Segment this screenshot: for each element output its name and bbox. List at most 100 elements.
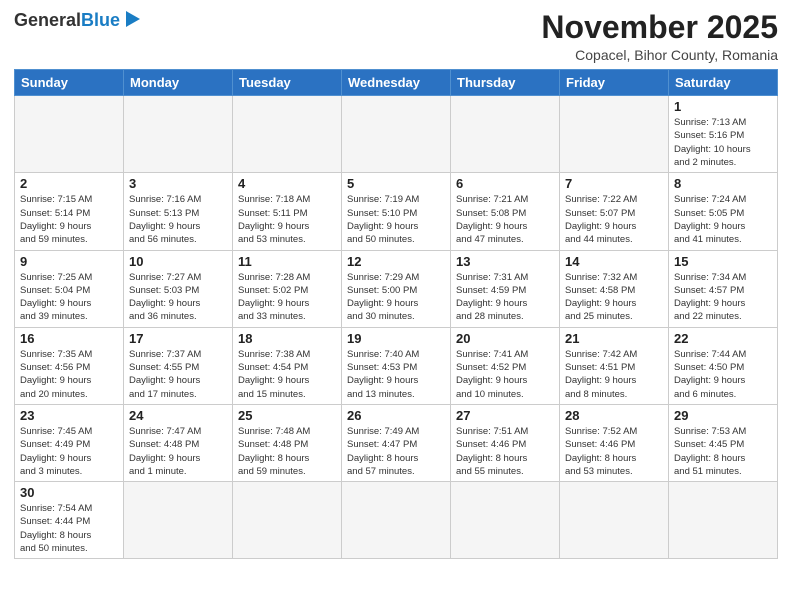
weekday-header-saturday: Saturday (669, 70, 778, 96)
day-info: Sunrise: 7:19 AM Sunset: 5:10 PM Dayligh… (347, 193, 445, 246)
calendar-cell: 28 Sunrise: 7:52 AM Sunset: 4:46 PM Dayli… (560, 404, 669, 481)
calendar-cell: 2 Sunrise: 7:15 AM Sunset: 5:14 PM Daylig… (15, 173, 124, 250)
day-number: 18 (238, 331, 336, 346)
day-number: 27 (456, 408, 554, 423)
calendar-cell: 23Sunrise: 7:45 AM Sunset: 4:49 PM Dayli… (15, 404, 124, 481)
day-number: 26 (347, 408, 445, 423)
day-info: Sunrise: 7:28 AM Sunset: 5:02 PM Dayligh… (238, 271, 336, 324)
day-number: 20 (456, 331, 554, 346)
weekday-header-wednesday: Wednesday (342, 70, 451, 96)
day-info: Sunrise: 7:29 AM Sunset: 5:00 PM Dayligh… (347, 271, 445, 324)
day-info: Sunrise: 7:24 AM Sunset: 5:05 PM Dayligh… (674, 193, 772, 246)
day-info: Sunrise: 7:42 AM Sunset: 4:51 PM Dayligh… (565, 348, 663, 401)
week-row-5: 23Sunrise: 7:45 AM Sunset: 4:49 PM Dayli… (15, 404, 778, 481)
calendar-cell: 6Sunrise: 7:21 AM Sunset: 5:08 PM Daylig… (451, 173, 560, 250)
logo: GeneralBlue (14, 10, 144, 30)
header: GeneralBlue November 2025 Copacel, Bihor… (14, 10, 778, 63)
weekday-header-monday: Monday (124, 70, 233, 96)
day-number: 2 (20, 176, 118, 191)
week-row-1: 1Sunrise: 7:13 AM Sunset: 5:16 PM Daylig… (15, 96, 778, 173)
day-info: Sunrise: 7:25 AM Sunset: 5:04 PM Dayligh… (20, 271, 118, 324)
day-info: Sunrise: 7:37 AM Sunset: 4:55 PM Dayligh… (129, 348, 227, 401)
day-number: 7 (565, 176, 663, 191)
day-info: Sunrise: 7:52 AM Sunset: 4:46 PM Dayligh… (565, 425, 663, 478)
day-info: Sunrise: 7:45 AM Sunset: 4:49 PM Dayligh… (20, 425, 118, 478)
calendar-cell: 9Sunrise: 7:25 AM Sunset: 5:04 PM Daylig… (15, 250, 124, 327)
calendar-cell: 22Sunrise: 7:44 AM Sunset: 4:50 PM Dayli… (669, 327, 778, 404)
day-number: 30 (20, 485, 118, 500)
calendar-cell (124, 96, 233, 173)
calendar-cell: 11 Sunrise: 7:28 AM Sunset: 5:02 PM Dayli… (233, 250, 342, 327)
day-number: 21 (565, 331, 663, 346)
calendar-cell: 7Sunrise: 7:22 AM Sunset: 5:07 PM Daylig… (560, 173, 669, 250)
calendar-cell: 14Sunrise: 7:32 AM Sunset: 4:58 PM Dayli… (560, 250, 669, 327)
day-number: 29 (674, 408, 772, 423)
calendar-table: SundayMondayTuesdayWednesdayThursdayFrid… (14, 69, 778, 559)
day-info: Sunrise: 7:41 AM Sunset: 4:52 PM Dayligh… (456, 348, 554, 401)
calendar-cell: 26 Sunrise: 7:49 AM Sunset: 4:47 PM Dayli… (342, 404, 451, 481)
day-number: 12 (347, 254, 445, 269)
day-info: Sunrise: 7:49 AM Sunset: 4:47 PM Dayligh… (347, 425, 445, 478)
day-number: 4 (238, 176, 336, 191)
day-number: 11 (238, 254, 336, 269)
day-number: 14 (565, 254, 663, 269)
calendar-cell: 12 Sunrise: 7:29 AM Sunset: 5:00 PM Dayli… (342, 250, 451, 327)
day-info: Sunrise: 7:53 AM Sunset: 4:45 PM Dayligh… (674, 425, 772, 478)
day-info: Sunrise: 7:40 AM Sunset: 4:53 PM Dayligh… (347, 348, 445, 401)
page: GeneralBlue November 2025 Copacel, Bihor… (0, 0, 792, 612)
weekday-header-tuesday: Tuesday (233, 70, 342, 96)
calendar-cell: 8Sunrise: 7:24 AM Sunset: 5:05 PM Daylig… (669, 173, 778, 250)
week-row-2: 2 Sunrise: 7:15 AM Sunset: 5:14 PM Daylig… (15, 173, 778, 250)
day-info: Sunrise: 7:31 AM Sunset: 4:59 PM Dayligh… (456, 271, 554, 324)
day-info: Sunrise: 7:15 AM Sunset: 5:14 PM Dayligh… (20, 193, 118, 246)
day-number: 5 (347, 176, 445, 191)
calendar-cell (342, 482, 451, 559)
calendar-cell: 17 Sunrise: 7:37 AM Sunset: 4:55 PM Dayli… (124, 327, 233, 404)
calendar-cell: 4 Sunrise: 7:18 AM Sunset: 5:11 PM Daylig… (233, 173, 342, 250)
weekday-header-friday: Friday (560, 70, 669, 96)
calendar-cell: 18 Sunrise: 7:38 AM Sunset: 4:54 PM Dayli… (233, 327, 342, 404)
day-number: 3 (129, 176, 227, 191)
calendar-cell (233, 482, 342, 559)
location: Copacel, Bihor County, Romania (541, 47, 778, 63)
day-number: 28 (565, 408, 663, 423)
calendar-cell: 16 Sunrise: 7:35 AM Sunset: 4:56 PM Dayli… (15, 327, 124, 404)
day-number: 19 (347, 331, 445, 346)
calendar-cell (124, 482, 233, 559)
logo-general: General (14, 10, 81, 30)
calendar-cell: 5 Sunrise: 7:19 AM Sunset: 5:10 PM Daylig… (342, 173, 451, 250)
calendar-cell: 13Sunrise: 7:31 AM Sunset: 4:59 PM Dayli… (451, 250, 560, 327)
week-row-6: 30 Sunrise: 7:54 AM Sunset: 4:44 PM Dayli… (15, 482, 778, 559)
day-info: Sunrise: 7:34 AM Sunset: 4:57 PM Dayligh… (674, 271, 772, 324)
day-number: 16 (20, 331, 118, 346)
calendar-cell (15, 96, 124, 173)
logo-text: GeneralBlue (14, 11, 120, 29)
calendar-cell: 27Sunrise: 7:51 AM Sunset: 4:46 PM Dayli… (451, 404, 560, 481)
day-info: Sunrise: 7:35 AM Sunset: 4:56 PM Dayligh… (20, 348, 118, 401)
calendar-cell (669, 482, 778, 559)
header-right: November 2025 Copacel, Bihor County, Rom… (541, 10, 778, 63)
day-number: 15 (674, 254, 772, 269)
calendar-cell: 20 Sunrise: 7:41 AM Sunset: 4:52 PM Dayli… (451, 327, 560, 404)
calendar-cell (451, 482, 560, 559)
day-number: 1 (674, 99, 772, 114)
calendar-cell: 1Sunrise: 7:13 AM Sunset: 5:16 PM Daylig… (669, 96, 778, 173)
day-number: 22 (674, 331, 772, 346)
calendar-cell (451, 96, 560, 173)
day-number: 25 (238, 408, 336, 423)
day-info: Sunrise: 7:27 AM Sunset: 5:03 PM Dayligh… (129, 271, 227, 324)
day-info: Sunrise: 7:38 AM Sunset: 4:54 PM Dayligh… (238, 348, 336, 401)
calendar-cell: 21 Sunrise: 7:42 AM Sunset: 4:51 PM Dayli… (560, 327, 669, 404)
month-title: November 2025 (541, 10, 778, 45)
calendar-cell: 3Sunrise: 7:16 AM Sunset: 5:13 PM Daylig… (124, 173, 233, 250)
day-info: Sunrise: 7:47 AM Sunset: 4:48 PM Dayligh… (129, 425, 227, 478)
day-number: 17 (129, 331, 227, 346)
calendar-cell (560, 96, 669, 173)
calendar-cell (233, 96, 342, 173)
logo-icon (122, 8, 144, 30)
calendar-cell: 24Sunrise: 7:47 AM Sunset: 4:48 PM Dayli… (124, 404, 233, 481)
day-info: Sunrise: 7:54 AM Sunset: 4:44 PM Dayligh… (20, 502, 118, 555)
weekday-header-row: SundayMondayTuesdayWednesdayThursdayFrid… (15, 70, 778, 96)
day-info: Sunrise: 7:18 AM Sunset: 5:11 PM Dayligh… (238, 193, 336, 246)
day-number: 10 (129, 254, 227, 269)
